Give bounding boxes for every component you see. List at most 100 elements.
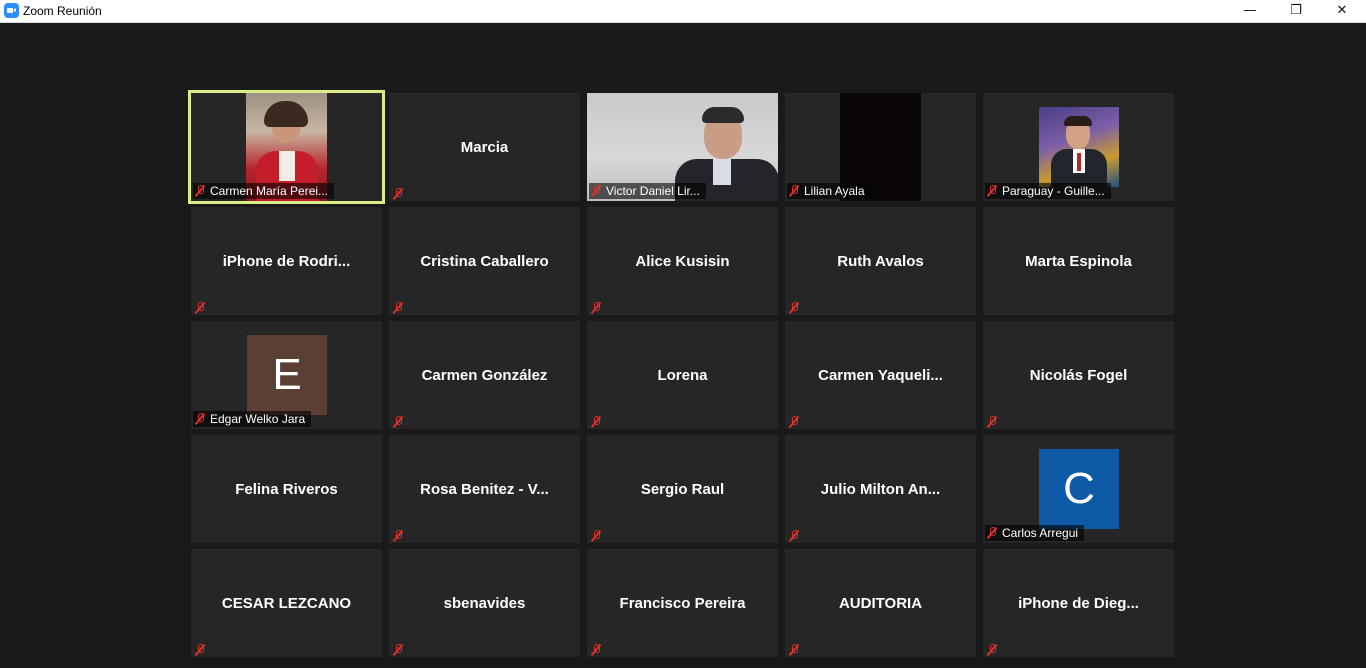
participant-tile[interactable]: Lilian Ayala — [785, 93, 976, 201]
mute-indicator — [986, 641, 998, 657]
participant-name: Alice Kusisin — [635, 253, 730, 270]
muted-mic-icon — [590, 415, 602, 429]
participant-tile[interactable]: Alice Kusisin — [587, 207, 778, 315]
muted-mic-icon — [392, 301, 404, 315]
participant-tile[interactable]: Sergio Raul — [587, 435, 778, 543]
mute-indicator — [194, 641, 206, 657]
restore-button[interactable]: ❐ — [1273, 0, 1319, 22]
mute-indicator — [788, 641, 800, 657]
mute-indicator — [590, 299, 602, 315]
participant-video — [1039, 107, 1119, 187]
participant-tile[interactable]: Francisco Pereira — [587, 549, 778, 657]
muted-mic-icon — [986, 526, 998, 540]
participant-tile[interactable]: Lorena — [587, 321, 778, 429]
participant-avatar: E — [247, 335, 327, 415]
participant-label: Lilian Ayala — [787, 183, 871, 199]
participant-tile[interactable]: Victor Daniel Lir... — [587, 93, 778, 201]
participant-name: Carmen Yaqueli... — [818, 367, 943, 384]
participant-tile[interactable]: Carmen María Perei... — [188, 90, 385, 204]
participant-label-text: Lilian Ayala — [804, 184, 865, 198]
participant-tile[interactable]: E Edgar Welko Jara — [191, 321, 382, 429]
mute-indicator — [392, 641, 404, 657]
participant-tile[interactable]: Marcia — [389, 93, 580, 201]
muted-mic-icon — [392, 643, 404, 657]
restore-icon: ❐ — [1290, 3, 1302, 18]
muted-mic-icon — [392, 187, 404, 201]
title-bar: Zoom Reunión — ❐ ✕ — [0, 0, 1366, 23]
participant-name: Felina Riveros — [235, 481, 338, 498]
participant-label-text: Carlos Arregui — [1002, 526, 1079, 540]
participant-label: Carmen María Perei... — [193, 183, 335, 199]
participant-tile[interactable]: Paraguay - Guille... — [983, 93, 1174, 201]
minimize-icon: — — [1243, 3, 1257, 18]
participant-name: Cristina Caballero — [420, 253, 549, 270]
participant-tile[interactable]: sbenavides — [389, 549, 580, 657]
participant-label: Carlos Arregui — [985, 525, 1085, 541]
participant-name: iPhone de Rodri... — [222, 253, 351, 270]
participant-label: Paraguay - Guille... — [985, 183, 1111, 199]
participant-tile[interactable]: Felina Riveros — [191, 435, 382, 543]
participant-label: Edgar Welko Jara — [193, 411, 312, 427]
participant-tile[interactable]: Cristina Caballero — [389, 207, 580, 315]
muted-mic-icon — [788, 415, 800, 429]
participant-label-text: Paraguay - Guille... — [1002, 184, 1105, 198]
close-icon: ✕ — [1336, 3, 1348, 18]
participant-label-text: Carmen María Perei... — [210, 184, 329, 198]
participant-tile[interactable]: CESAR LEZCANO — [191, 549, 382, 657]
participant-name: iPhone de Dieg... — [1018, 595, 1139, 612]
participant-name: Carmen González — [421, 367, 548, 384]
participant-name: Lorena — [657, 367, 708, 384]
participant-label-text: Edgar Welko Jara — [210, 412, 306, 426]
close-button[interactable]: ✕ — [1319, 0, 1365, 22]
participant-name: CESAR LEZCANO — [221, 595, 352, 612]
mute-indicator — [590, 413, 602, 429]
mute-indicator — [194, 299, 206, 315]
participant-name: AUDITORIA — [838, 595, 923, 612]
gallery-view: Carmen María Perei... Marcia Victor Daniel… — [0, 23, 1366, 668]
muted-mic-icon — [590, 184, 602, 198]
muted-mic-icon — [194, 301, 206, 315]
participant-tile[interactable]: AUDITORIA — [785, 549, 976, 657]
muted-mic-icon — [392, 529, 404, 543]
mute-indicator — [392, 299, 404, 315]
muted-mic-icon — [788, 301, 800, 315]
minimize-button[interactable]: — — [1227, 0, 1273, 22]
participant-tile[interactable]: Rosa Benitez - V... — [389, 435, 580, 543]
muted-mic-icon — [194, 184, 206, 198]
participant-name: sbenavides — [443, 595, 526, 612]
mute-indicator — [788, 299, 800, 315]
participant-tile[interactable]: Carmen González — [389, 321, 580, 429]
participant-label-text: Victor Daniel Lir... — [606, 184, 700, 198]
participant-name: Marcia — [460, 139, 509, 156]
participant-tile[interactable]: C Carlos Arregui — [983, 435, 1174, 543]
mute-indicator — [392, 185, 404, 201]
muted-mic-icon — [194, 412, 206, 426]
participant-name: Sergio Raul — [640, 481, 725, 498]
zoom-app-icon — [4, 3, 19, 18]
mute-indicator — [392, 527, 404, 543]
muted-mic-icon — [392, 415, 404, 429]
participant-tile[interactable]: Julio Milton An... — [785, 435, 976, 543]
participant-name: Francisco Pereira — [619, 595, 746, 612]
avatar-initial: E — [272, 350, 302, 399]
muted-mic-icon — [986, 184, 998, 198]
participant-tile[interactable]: iPhone de Dieg... — [983, 549, 1174, 657]
muted-mic-icon — [986, 415, 998, 429]
muted-mic-icon — [788, 529, 800, 543]
muted-mic-icon — [788, 184, 800, 198]
participant-name: Julio Milton An... — [820, 481, 941, 498]
avatar-initial: C — [1063, 464, 1095, 513]
participant-tile[interactable]: Ruth Avalos — [785, 207, 976, 315]
participant-name: Nicolás Fogel — [1029, 367, 1128, 384]
muted-mic-icon — [590, 301, 602, 315]
participant-tile[interactable]: Nicolás Fogel — [983, 321, 1174, 429]
mute-indicator — [788, 413, 800, 429]
participant-tile[interactable]: iPhone de Rodri... — [191, 207, 382, 315]
muted-mic-icon — [788, 643, 800, 657]
participant-label: Victor Daniel Lir... — [589, 183, 706, 199]
participant-avatar: C — [1039, 449, 1119, 529]
participant-tile[interactable]: Carmen Yaqueli... — [785, 321, 976, 429]
participant-name: Rosa Benitez - V... — [420, 481, 549, 498]
participant-tile[interactable]: Marta Espinola — [983, 207, 1174, 315]
muted-mic-icon — [590, 643, 602, 657]
